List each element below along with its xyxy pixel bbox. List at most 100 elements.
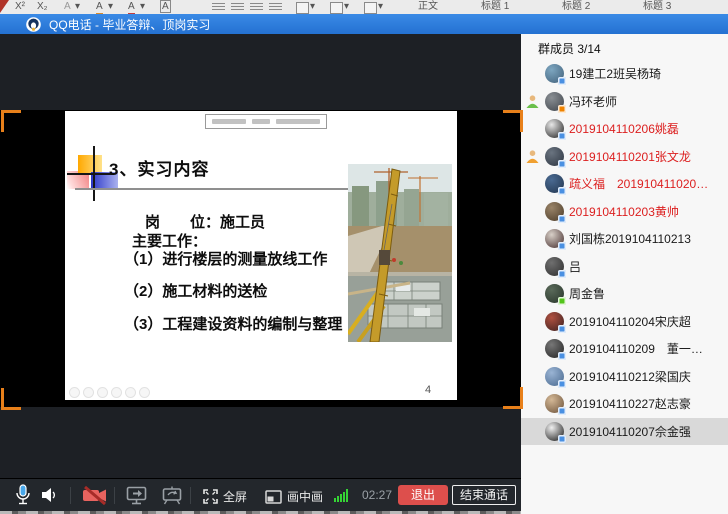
- avatar: [545, 229, 564, 248]
- online-badge-icon: [558, 325, 566, 333]
- dropdown-caret-icon[interactable]: ▾: [310, 0, 315, 13]
- font-color-icon[interactable]: A: [128, 0, 135, 14]
- member-list-item[interactable]: 2019104110212梁国庆: [521, 363, 728, 391]
- qq-logo-icon: [26, 17, 41, 32]
- highlight-color-icon[interactable]: A: [96, 0, 103, 14]
- superscript-icon[interactable]: X²: [15, 0, 25, 13]
- slide-text-item2: （2）施工材料的送检: [124, 280, 267, 301]
- call-toolbar: 全屏 画中画 02:27 退出 结束通话: [0, 478, 521, 512]
- status-slot: [525, 314, 541, 329]
- align-center-icon[interactable]: [231, 3, 244, 12]
- member-count-header: 群成员 3/14: [538, 40, 601, 57]
- member-list-item[interactable]: 19建工2班吴杨琦: [521, 60, 728, 88]
- style-heading3[interactable]: 标题 3: [643, 0, 671, 13]
- member-list-item[interactable]: 2019104110203黄帅: [521, 198, 728, 226]
- character-border-icon[interactable]: A: [160, 0, 171, 13]
- slide-logo-decoration: [67, 173, 114, 175]
- online-badge-icon: [558, 352, 566, 360]
- shared-slide: 3、实习内容 岗 位：施工员 主要工作： （1）进行楼层的测量放线工作 （2）施…: [65, 111, 457, 400]
- more-options-icon: [139, 387, 150, 398]
- dropdown-caret-icon[interactable]: ▾: [140, 0, 145, 13]
- member-list-item[interactable]: 2019104110207佘金强: [521, 418, 728, 446]
- justify-icon[interactable]: [269, 3, 282, 12]
- member-name: 疏义福 201910411020…: [569, 175, 708, 192]
- next-slide-icon: [83, 387, 94, 398]
- call-title: QQ电话 - 毕业答辩、顶岗实习: [49, 16, 210, 33]
- member-list[interactable]: 19建工2班吴杨琦冯环老师2019104110206姚磊 201910411020…: [521, 60, 728, 445]
- avatar: [545, 394, 564, 413]
- fullscreen-button[interactable]: 全屏: [203, 488, 247, 505]
- speaker-button[interactable]: [40, 487, 58, 503]
- slide-text-post: 岗 位：施工员: [145, 211, 265, 232]
- slide-header-box: [205, 114, 327, 129]
- avatar: [545, 202, 564, 221]
- status-slot: [525, 204, 541, 219]
- shading-icon[interactable]: [330, 2, 343, 14]
- align-right-icon[interactable]: [250, 3, 263, 12]
- fullscreen-label: 全屏: [223, 488, 247, 505]
- online-badge-icon: [558, 297, 566, 305]
- style-heading1[interactable]: 标题 1: [481, 0, 509, 13]
- member-list-item[interactable]: 刘国栋2019104110213: [521, 225, 728, 253]
- camera-off-button[interactable]: [82, 486, 108, 505]
- microphone-button[interactable]: [14, 484, 32, 506]
- pip-label: 画中画: [287, 488, 323, 505]
- avatar: [545, 422, 564, 441]
- avatar: [545, 257, 564, 276]
- online-badge-icon: [558, 407, 566, 415]
- member-list-item[interactable]: 吕: [521, 253, 728, 281]
- member-list-item[interactable]: 2019104110201张文龙: [521, 143, 728, 171]
- line-spacing-icon[interactable]: [296, 2, 309, 14]
- font-effects-icon[interactable]: A: [64, 0, 71, 13]
- picture-in-picture-button[interactable]: 画中画: [265, 488, 323, 505]
- dropdown-caret-icon[interactable]: ▾: [108, 0, 113, 13]
- align-left-icon[interactable]: [212, 3, 225, 12]
- dropdown-caret-icon[interactable]: ▾: [344, 0, 349, 13]
- toolbar-divider: [190, 487, 191, 504]
- style-normal[interactable]: 正文: [418, 0, 438, 13]
- member-name: 周金鲁: [569, 285, 605, 302]
- avatar: [545, 312, 564, 331]
- background-app-logo-icon: [0, 0, 9, 13]
- member-list-item[interactable]: 2019104110206姚磊: [521, 115, 728, 143]
- member-name: 2019104110203黄帅: [569, 203, 679, 220]
- borders-icon[interactable]: [364, 2, 377, 14]
- capture-corner-bottomright: [503, 387, 523, 409]
- status-slot: [525, 176, 541, 191]
- member-list-item[interactable]: 疏义福 201910411020…: [521, 170, 728, 198]
- member-list-item[interactable]: 2019104110227赵志豪: [521, 390, 728, 418]
- share-screen-button[interactable]: [126, 486, 147, 505]
- status-slot: [525, 369, 541, 384]
- dropdown-caret-icon[interactable]: ▾: [75, 0, 80, 13]
- end-call-button[interactable]: 结束通话: [452, 485, 516, 505]
- member-list-item[interactable]: 2019104110209 董一…: [521, 335, 728, 363]
- capture-corner-topright: [503, 110, 523, 132]
- member-name: 2019104110207佘金强: [569, 423, 691, 440]
- network-signal-icon: [334, 489, 348, 502]
- online-badge-icon: [558, 132, 566, 140]
- status-slot: [525, 286, 541, 301]
- prev-slide-icon: [69, 387, 80, 398]
- member-name: 2019104110201张文龙: [569, 148, 691, 165]
- presentation-board-button[interactable]: [162, 486, 182, 505]
- exit-button[interactable]: 退出: [398, 485, 448, 505]
- slideshow-controls[interactable]: [69, 387, 150, 398]
- member-list-item[interactable]: 2019104110204宋庆超: [521, 308, 728, 336]
- status-slot: [525, 424, 541, 439]
- member-name: 2019104110204宋庆超: [569, 313, 691, 330]
- avatar: [545, 284, 564, 303]
- style-heading2[interactable]: 标题 2: [562, 0, 590, 13]
- member-list-item[interactable]: 冯环老师: [521, 88, 728, 116]
- subscript-icon[interactable]: X₂: [37, 0, 48, 13]
- status-slot: [525, 341, 541, 356]
- dropdown-caret-icon[interactable]: ▾: [378, 0, 383, 13]
- status-slot: [525, 121, 541, 136]
- member-name: 吕: [569, 258, 581, 275]
- status-slot: [525, 396, 541, 411]
- slide-title: 3、实习内容: [109, 155, 209, 180]
- member-name: 刘国栋2019104110213: [569, 230, 691, 247]
- online-badge-icon: [558, 77, 566, 85]
- avatar: [545, 119, 564, 138]
- online-badge-icon: [558, 160, 566, 168]
- member-list-item[interactable]: 周金鲁: [521, 280, 728, 308]
